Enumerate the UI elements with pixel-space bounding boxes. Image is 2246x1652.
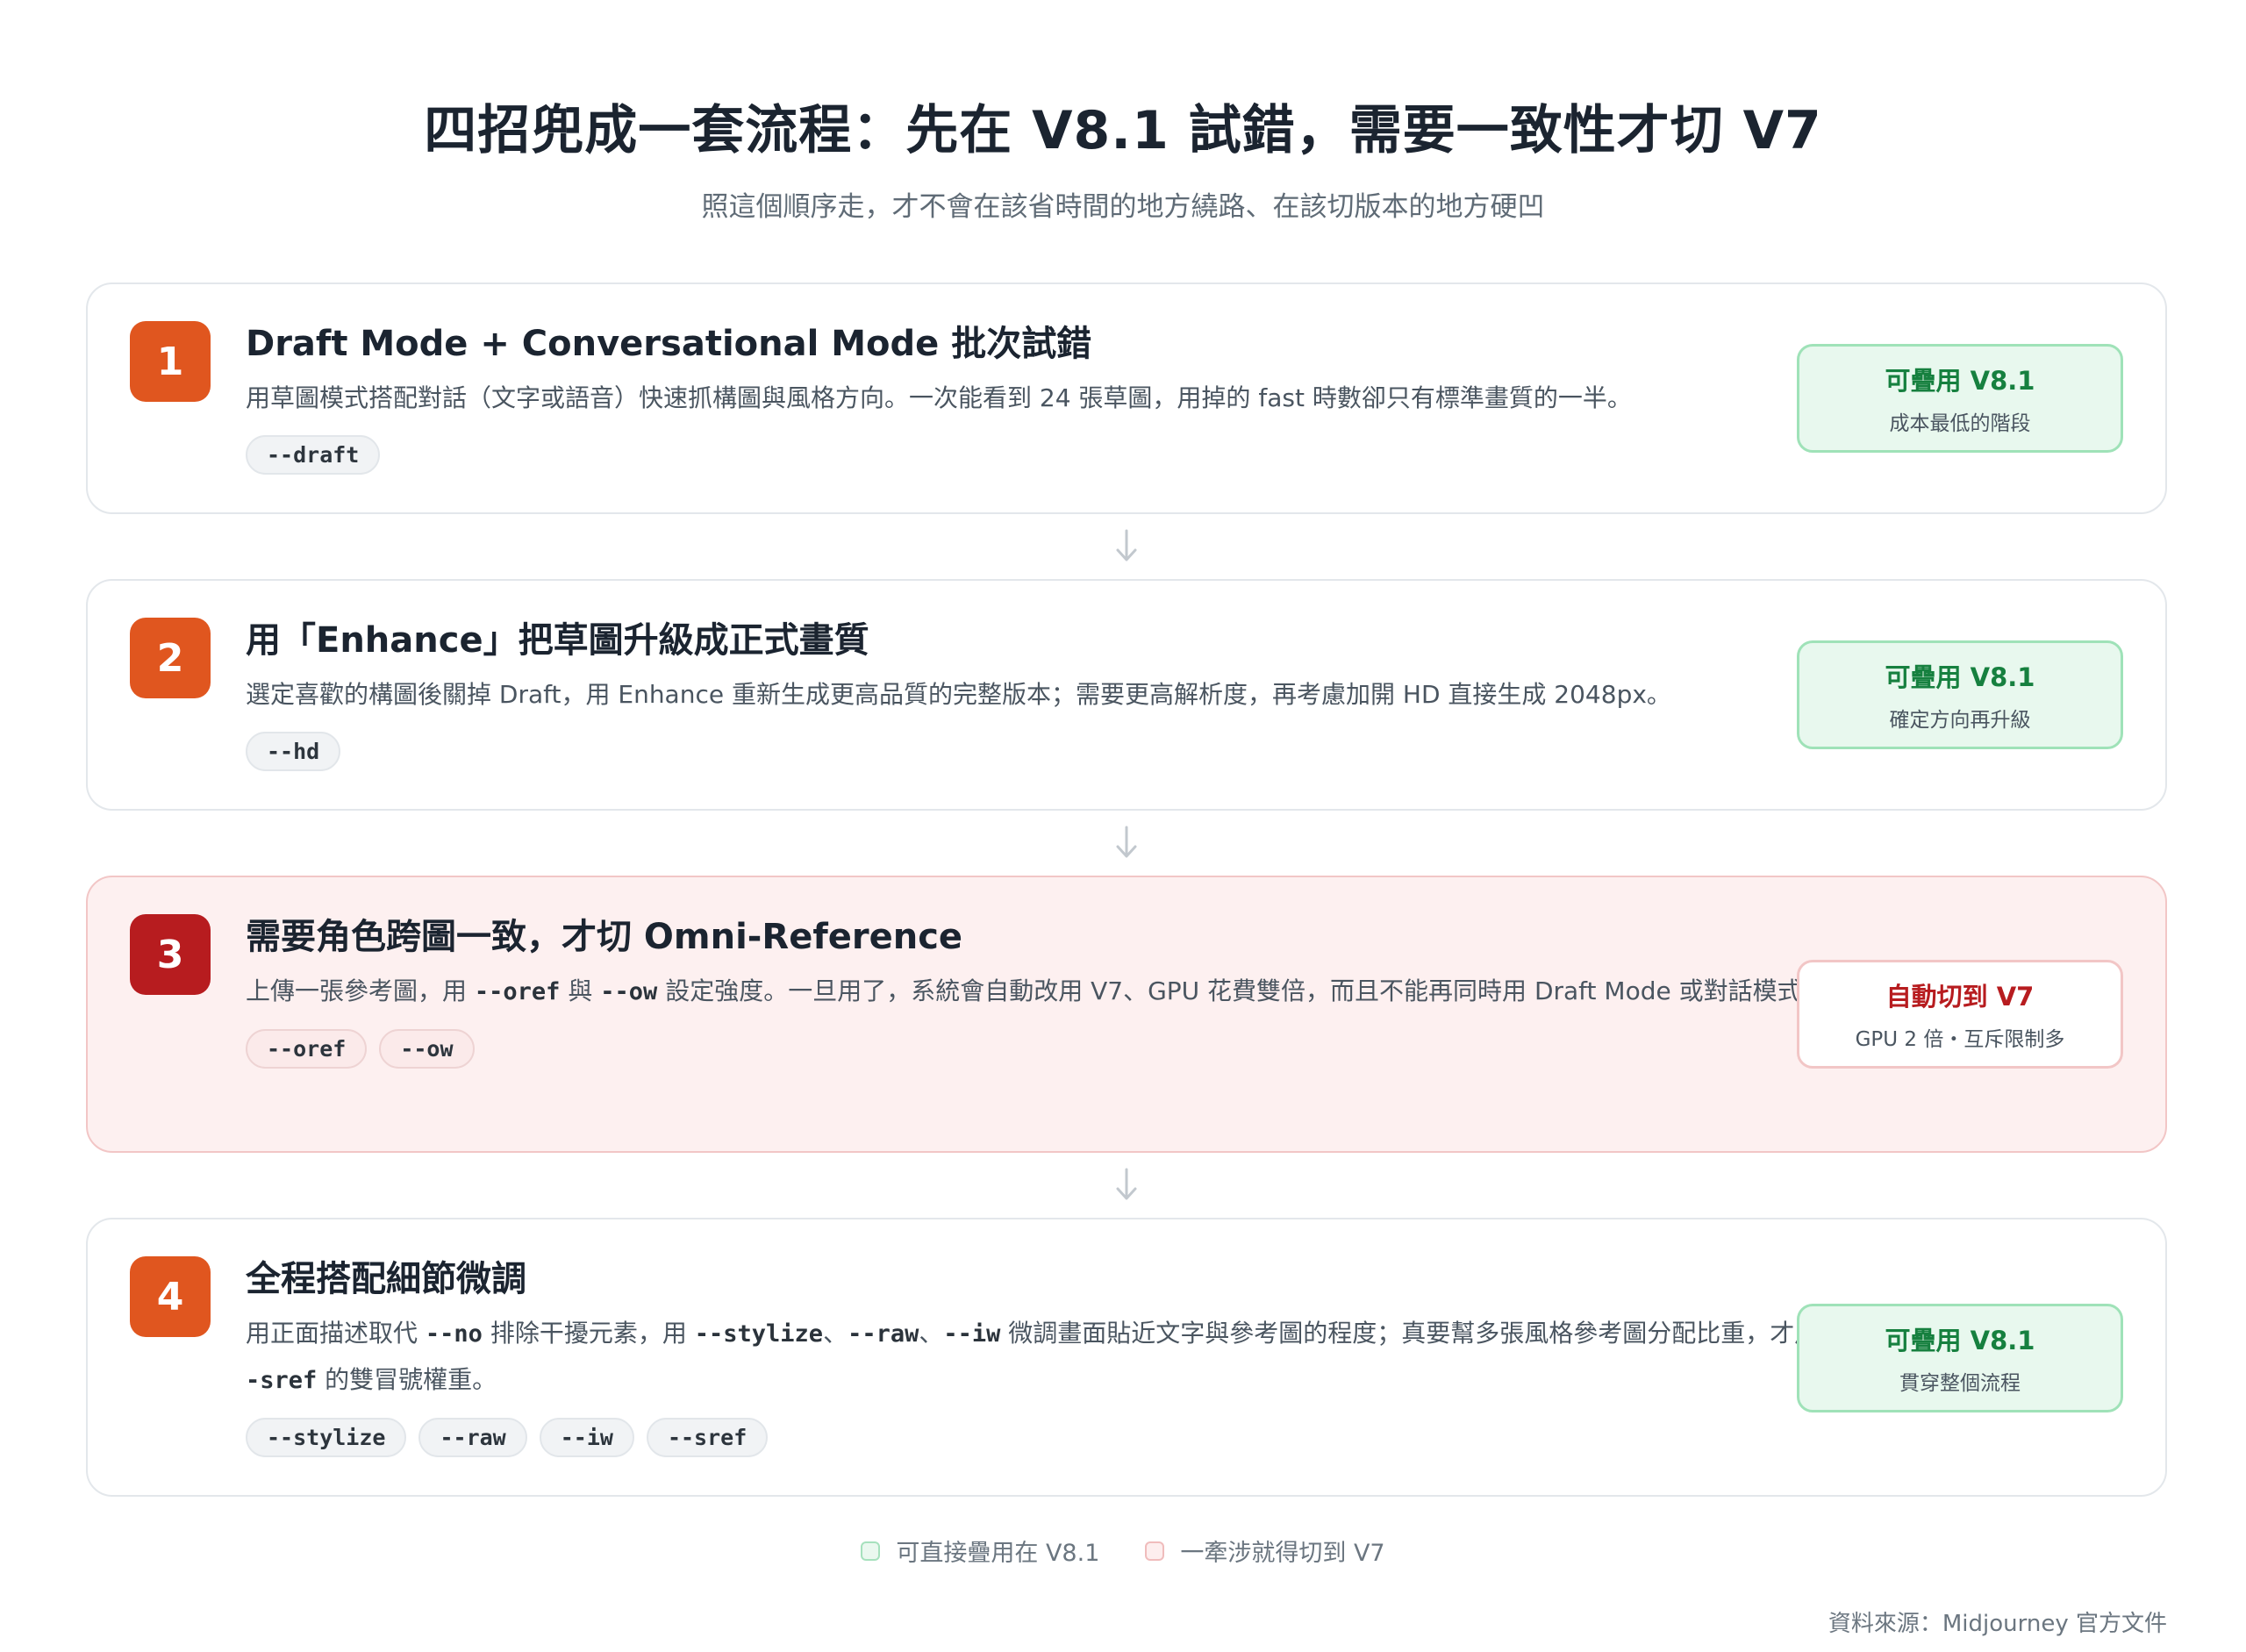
- param-chip: --stylize: [246, 1418, 407, 1457]
- step-description: 用正面描述取代 --no 排除干擾元素，用 --stylize、--raw、--…: [246, 1311, 1851, 1404]
- down-arrow-icon: [1109, 1165, 1144, 1204]
- desc-text: 的雙冒號權重。: [317, 1365, 497, 1394]
- desc-text: 微調畫面貼近文字與參考圖的程度；真要幫多張風格參考圖分配比重，才用: [1000, 1319, 1828, 1348]
- param-chip: --ow: [379, 1029, 475, 1069]
- legend: 可直接疊用在 V8.1 一牽涉就得切到 V7: [0, 1534, 2246, 1568]
- badge-subtitle: 確定方向再升級: [1889, 709, 2031, 732]
- badge-title: 自動切到 V7: [1885, 982, 2035, 1012]
- step-description: 選定喜歡的構圖後關掉 Draft，用 Enhance 重新生成更高品質的完整版本…: [246, 672, 1851, 718]
- param-chip: --raw: [418, 1418, 527, 1457]
- step-title: 全程搭配細節微調: [246, 1259, 526, 1299]
- version-badge: 可疊用 V8.1 成本最低的階段: [1797, 344, 2123, 453]
- inline-param: --oref: [474, 978, 561, 1005]
- down-arrow-icon: [1109, 823, 1144, 862]
- desc-text: 、: [919, 1319, 944, 1348]
- desc-text: 、: [823, 1319, 848, 1348]
- step-number-badge: 3: [130, 914, 211, 995]
- step-description: 用草圖模式搭配對話（文字或語音）快速抓構圖與風格方向。一次能看到 24 張草圖，…: [246, 375, 1851, 421]
- source-note: 資料來源：Midjourney 官方文件: [1828, 1611, 2167, 1637]
- page-title: 四招兜成一套流程：先在 V8.1 試錯，需要一致性才切 V7: [424, 100, 1822, 161]
- param-chips: --hd: [246, 732, 1851, 771]
- inline-param: --iw: [943, 1320, 1001, 1348]
- badge-subtitle: GPU 2 倍・互斥限制多: [1855, 1028, 2065, 1051]
- step-number-badge: 2: [130, 618, 211, 698]
- step-content: Draft Mode + Conversational Mode 批次試錯 用草…: [246, 323, 1851, 475]
- step-card-2: 2 用「Enhance」把草圖升級成正式畫質 選定喜歡的構圖後關掉 Draft，…: [86, 579, 2167, 811]
- legend-item-v81: 可直接疊用在 V8.1: [861, 1534, 1099, 1568]
- param-chip: --draft: [246, 435, 381, 475]
- step-card-3: 3 需要角色跨圖一致，才切 Omni-Reference 上傳一張參考圖，用 -…: [86, 876, 2167, 1153]
- param-chip: --oref: [246, 1029, 368, 1069]
- desc-text: 用正面描述取代: [246, 1319, 426, 1348]
- step-content: 用「Enhance」把草圖升級成正式畫質 選定喜歡的構圖後關掉 Draft，用 …: [246, 619, 1851, 771]
- inline-param: --no: [425, 1320, 483, 1348]
- version-badge: 自動切到 V7 GPU 2 倍・互斥限制多: [1797, 960, 2123, 1069]
- inline-param: --stylize: [694, 1320, 824, 1348]
- desc-text: 設定強度。一旦用了，系統會自動改用 V7、GPU 花費雙倍，而且不能再同時用 D…: [657, 976, 1827, 1005]
- legend-label: 一牽涉就得切到 V7: [1180, 1540, 1385, 1567]
- step-title: Draft Mode + Conversational Mode 批次試錯: [246, 324, 1092, 364]
- step-content: 需要角色跨圖一致，才切 Omni-Reference 上傳一張參考圖，用 --o…: [246, 916, 1851, 1069]
- inline-param: --ow: [600, 978, 658, 1005]
- down-arrow-icon: [1109, 526, 1144, 565]
- param-chips: --draft: [246, 435, 1851, 475]
- badge-subtitle: 貫穿整個流程: [1899, 1372, 2021, 1395]
- badge-title: 可疊用 V8.1: [1885, 366, 2035, 396]
- desc-text: 選定喜歡的構圖後關掉 Draft，用 Enhance 重新生成更高品質的完整版本…: [246, 680, 1671, 709]
- step-description: 上傳一張參考圖，用 --oref 與 --ow 設定強度。一旦用了，系統會自動改…: [246, 969, 1851, 1015]
- legend-item-v7: 一牽涉就得切到 V7: [1145, 1534, 1385, 1568]
- legend-label: 可直接疊用在 V8.1: [896, 1540, 1100, 1567]
- param-chips: --oref --ow: [246, 1029, 1851, 1069]
- desc-text: 排除干擾元素，用: [482, 1319, 695, 1348]
- param-chip: --hd: [246, 732, 341, 771]
- desc-text: 用草圖模式搭配對話（文字或語音）快速抓構圖與風格方向。一次能看到 24 張草圖，…: [246, 383, 1632, 412]
- step-number-badge: 4: [130, 1256, 211, 1337]
- page: 四招兜成一套流程：先在 V8.1 試錯，需要一致性才切 V7 照這個順序走，才不…: [0, 0, 2246, 1652]
- step-title: 需要角色跨圖一致，才切 Omni-Reference: [246, 917, 963, 957]
- desc-text: 上傳一張參考圖，用: [246, 976, 475, 1005]
- page-subtitle: 照這個順序走，才不會在該省時間的地方繞路、在該切版本的地方硬凹: [701, 191, 1545, 223]
- param-chip: --iw: [539, 1418, 634, 1457]
- step-content: 全程搭配細節微調 用正面描述取代 --no 排除干擾元素，用 --stylize…: [246, 1258, 1851, 1457]
- green-swatch-icon: [861, 1541, 881, 1561]
- version-badge: 可疊用 V8.1 貫穿整個流程: [1797, 1304, 2123, 1412]
- step-card-1: 1 Draft Mode + Conversational Mode 批次試錯 …: [86, 282, 2167, 514]
- badge-subtitle: 成本最低的階段: [1889, 412, 2031, 435]
- param-chips: --stylize --raw --iw --sref: [246, 1418, 1851, 1457]
- red-swatch-icon: [1145, 1541, 1165, 1561]
- inline-param: --raw: [848, 1320, 919, 1348]
- param-chip: --sref: [646, 1418, 769, 1457]
- badge-title: 可疊用 V8.1: [1885, 1326, 2035, 1355]
- step-title: 用「Enhance」把草圖升級成正式畫質: [246, 620, 869, 661]
- badge-title: 可疊用 V8.1: [1885, 662, 2035, 692]
- step-number-badge: 1: [130, 321, 211, 402]
- version-badge: 可疊用 V8.1 確定方向再升級: [1797, 640, 2123, 749]
- desc-text: 與: [560, 976, 601, 1005]
- step-card-4: 4 全程搭配細節微調 用正面描述取代 --no 排除干擾元素，用 --styli…: [86, 1218, 2167, 1497]
